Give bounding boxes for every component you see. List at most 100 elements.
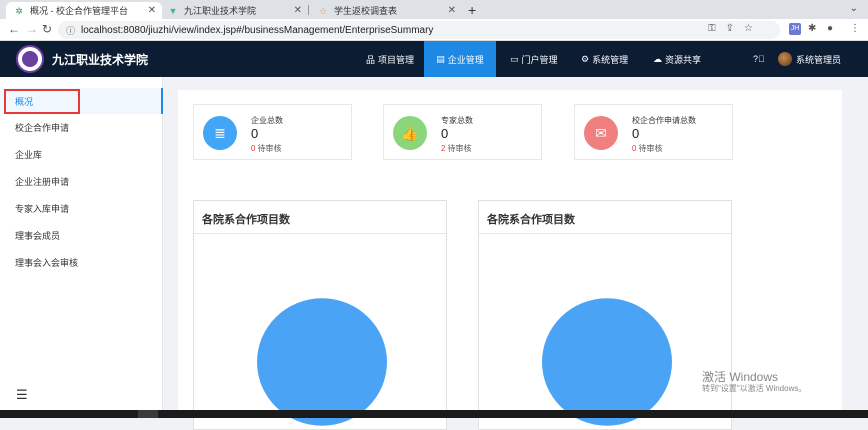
collapse-menu-icon[interactable]: ☰	[16, 387, 28, 403]
profile-icon[interactable]: ●	[827, 23, 833, 34]
sitemap-icon: 品	[366, 54, 376, 65]
question-icon: ?⃝	[753, 54, 765, 64]
nav-label: 项目管理	[378, 54, 415, 65]
pie-slice[interactable]	[542, 298, 672, 426]
app-header: 九江职业技术学院 品 项目管理 ▤ 企业管理 ▭ 门户管理 ⚙ 系统管理 ☁ 资…	[0, 41, 868, 77]
pending-label: 待审核	[447, 144, 472, 153]
database-icon: ≣	[203, 116, 237, 150]
stat-label: 专家总数	[441, 116, 473, 125]
url-field[interactable]: ⓘ localhost:8080/jiuzhi/view/index.jsp#/…	[58, 21, 780, 39]
stat-pending[interactable]: 0 待审核	[251, 143, 281, 154]
puzzle-icon[interactable]: ✱	[808, 23, 816, 34]
tab-title: 九江职业技术学院	[184, 6, 257, 16]
browser-tab-2[interactable]: ▼ 九江职业技术学院 ✕	[160, 2, 308, 19]
brand-title: 九江职业技术学院	[52, 53, 149, 67]
close-icon[interactable]: ✕	[294, 5, 302, 16]
sidebar-item-label: 企业注册申请	[15, 176, 70, 187]
inbox-icon: ✉	[584, 116, 618, 150]
cloud-icon: ☁	[653, 53, 662, 64]
back-arrow-icon[interactable]: ←	[8, 22, 20, 36]
avatar	[778, 52, 792, 66]
user-menu[interactable]: 系统管理员	[778, 41, 841, 77]
tab-separator	[308, 5, 309, 15]
nav-label: 资源共享	[665, 54, 702, 65]
menu-dots-icon[interactable]: ⋮	[850, 23, 860, 34]
stat-value: 0	[251, 126, 259, 141]
nav-resource-sharing[interactable]: ☁ 资源共享	[653, 41, 701, 77]
close-icon[interactable]: ✕	[448, 5, 456, 16]
tab-title: 学生返校调查表	[334, 6, 398, 16]
stat-label: 校企合作申请总数	[632, 116, 696, 125]
sidebar-item-council-review[interactable]: 理事会入会审核	[0, 249, 163, 275]
nav-label: 门户管理	[521, 54, 558, 65]
selection-highlight-box	[4, 89, 80, 114]
nav-portal-management[interactable]: ▭ 门户管理	[510, 41, 558, 77]
stat-label: 企业总数	[251, 116, 283, 125]
chart-card-right: 各院系合作项目数	[478, 200, 732, 430]
help-button[interactable]: ?⃝	[753, 41, 765, 77]
pie-chart-left	[257, 298, 387, 426]
college-logo	[16, 45, 44, 73]
sidebar-item-label: 理事会成员	[15, 230, 61, 241]
pie-chart-right	[542, 298, 672, 426]
chart-title: 各院系合作项目数	[202, 214, 290, 226]
gear-icon: ⚙	[581, 53, 590, 64]
key-icon[interactable]: ⚿	[708, 23, 716, 34]
pie-slice[interactable]	[257, 298, 387, 426]
sidebar-item-label: 企业库	[15, 149, 43, 160]
sidebar-item-enterprise-registration[interactable]: 企业注册申请	[0, 168, 163, 194]
chart-title: 各院系合作项目数	[487, 214, 575, 226]
pending-label: 待审核	[638, 144, 663, 153]
nav-project-management[interactable]: 品 项目管理	[366, 41, 414, 77]
bookmark-star-icon[interactable]: ☆	[744, 23, 753, 34]
sidebar-item-cooperation-application[interactable]: 校企合作申请	[0, 114, 163, 140]
building-icon: ▤	[436, 53, 445, 64]
reload-icon[interactable]: ↻	[42, 22, 52, 36]
leaf-icon: ✲	[15, 5, 23, 16]
sidebar-item-enterprise-library[interactable]: 企业库	[0, 141, 163, 167]
user-name: 系统管理员	[796, 54, 842, 65]
nav-system-management[interactable]: ⚙ 系统管理	[581, 41, 628, 77]
tab-title: 概况 - 校企合作管理平台	[30, 6, 128, 16]
main-content: ≣ 企业总数 0 0 待审核 👍 专家总数 0 2 待审核 ✉ 校企合作申请总数 0…	[178, 90, 842, 430]
windows-activation-hint: 转到"设置"以激活 Windows。	[702, 384, 807, 393]
sidebar-item-label: 校企合作申请	[15, 122, 70, 133]
stat-pending[interactable]: 0 待审核	[632, 143, 662, 154]
stat-card-enterprises: ≣ 企业总数 0 0 待审核	[193, 104, 352, 160]
sidebar-item-label: 理事会入会审核	[15, 257, 79, 268]
browser-tab-3[interactable]: ☆ 学生返校调查表 ✕	[310, 2, 462, 19]
pending-label: 待审核	[257, 144, 282, 153]
url-text: localhost:8080/jiuzhi/view/index.jsp#/bu…	[81, 24, 434, 36]
chart-card-left: 各院系合作项目数	[193, 200, 447, 430]
info-icon: ⓘ	[66, 25, 76, 36]
sidebar-item-expert-application[interactable]: 专家入库申请	[0, 195, 163, 221]
thumbs-up-icon: 👍	[393, 116, 427, 150]
taskbar-app[interactable]	[138, 410, 158, 418]
stat-value: 0	[441, 126, 449, 141]
stat-card-experts: 👍 专家总数 0 2 待审核	[383, 104, 542, 160]
close-icon[interactable]: ✕	[148, 5, 156, 16]
taskbar	[0, 410, 868, 418]
sidebar-item-label: 专家入库申请	[15, 203, 70, 214]
browser-tab-bar: ✲ 概况 - 校企合作管理平台 ✕ ▼ 九江职业技术学院 ✕ ☆ 学生返校调查表…	[0, 0, 868, 19]
browser-tab-1[interactable]: ✲ 概况 - 校企合作管理平台 ✕	[6, 2, 162, 19]
pending-count: 0	[632, 144, 637, 153]
nav-enterprise-management[interactable]: ▤ 企业管理	[424, 41, 496, 77]
stat-value: 0	[632, 126, 640, 141]
star-icon: ☆	[318, 5, 328, 16]
sidebar: 概况 校企合作申请 企业库 企业注册申请 专家入库申请 理事会成员 理事会入会审…	[0, 77, 163, 410]
stat-pending[interactable]: 2 待审核	[441, 143, 471, 154]
pending-count: 0	[251, 144, 256, 153]
address-bar-row: ← → ↻ ⓘ localhost:8080/jiuzhi/view/index…	[0, 19, 868, 41]
share-icon[interactable]: ⇪	[726, 23, 734, 34]
chevron-down-icon[interactable]: ⌄	[850, 3, 858, 14]
new-tab-plus-icon[interactable]: +	[468, 2, 476, 18]
nav-label: 系统管理	[592, 54, 629, 65]
stat-card-cooperation: ✉ 校企合作申请总数 0 0 待审核	[574, 104, 733, 160]
forward-arrow-icon[interactable]: →	[26, 22, 38, 36]
omnibox-actions: ⚿ ⇪ ☆	[708, 23, 753, 34]
pending-count: 2	[441, 144, 446, 153]
sidebar-item-council-members[interactable]: 理事会成员	[0, 222, 163, 248]
extension-badge[interactable]: JH	[789, 23, 801, 35]
vue-icon: ▼	[168, 5, 178, 16]
